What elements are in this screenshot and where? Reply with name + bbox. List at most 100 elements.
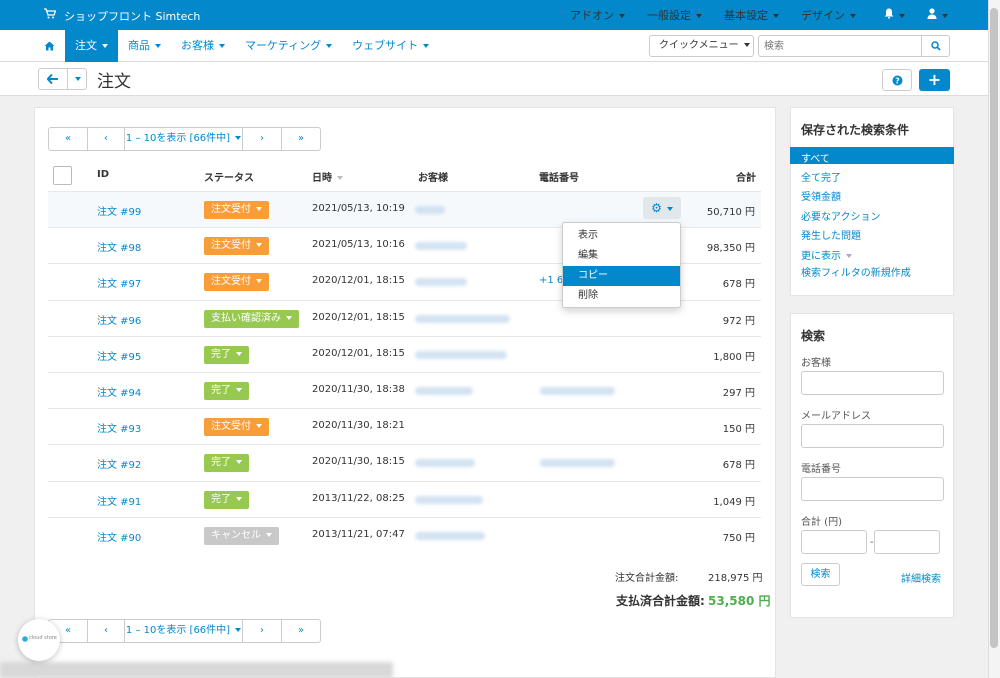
search-button[interactable]: 検索 bbox=[801, 563, 840, 586]
order-id-link[interactable]: 注文 #97 bbox=[97, 275, 141, 290]
table-row[interactable]: 注文 #92 完了 2020/11/30, 18:15 678 円 bbox=[48, 444, 761, 480]
quick-menu-button[interactable]: クイックメニュー bbox=[649, 35, 754, 57]
menu-website[interactable]: ウェブサイト bbox=[342, 30, 439, 62]
table-row[interactable]: 注文 #91 完了 2013/11/22, 08:25 1,049 円 bbox=[48, 480, 761, 517]
global-search bbox=[758, 35, 950, 57]
order-id-link[interactable]: 注文 #91 bbox=[97, 493, 141, 508]
menu-orders[interactable]: 注文 bbox=[65, 30, 118, 62]
pager-range[interactable]: 1 – 10を表示 [66件中] bbox=[125, 620, 243, 642]
status-badge[interactable]: 支払い確認済み bbox=[204, 309, 299, 328]
status-badge[interactable]: 注文受付 bbox=[204, 273, 269, 292]
back-dropdown-button[interactable] bbox=[67, 68, 87, 90]
saved-search-action-required[interactable]: 必要なアクション bbox=[801, 208, 881, 223]
home-button[interactable] bbox=[34, 30, 65, 62]
action-copy[interactable]: コピー bbox=[563, 266, 680, 286]
brand-logo[interactable]: cloud store bbox=[18, 619, 60, 661]
scrollbar-thumb[interactable] bbox=[990, 8, 998, 648]
advanced-search-link[interactable]: 詳細検索 bbox=[901, 570, 941, 585]
table-row[interactable]: 注文 #94 完了 2020/11/30, 18:38 297 円 bbox=[48, 372, 761, 408]
redacted-text bbox=[415, 387, 473, 395]
nav-addons[interactable]: アドオン bbox=[570, 7, 625, 23]
pager-prev[interactable]: ‹ bbox=[88, 128, 125, 150]
notifications-button[interactable] bbox=[884, 8, 905, 22]
saved-search-completed[interactable]: 全て完了 bbox=[801, 169, 841, 184]
order-date: 2020/12/01, 18:15 bbox=[312, 275, 405, 287]
pager-range[interactable]: 1 – 10を表示 [66件中] bbox=[125, 128, 243, 150]
col-status[interactable]: ステータス bbox=[204, 169, 254, 184]
menu-products[interactable]: 商品 bbox=[118, 30, 171, 62]
order-id-link[interactable]: 注文 #92 bbox=[97, 456, 141, 471]
nav-general-settings[interactable]: 一般設定 bbox=[647, 7, 702, 23]
total-min-input[interactable] bbox=[801, 530, 867, 554]
redacted-text bbox=[415, 206, 445, 214]
nav-basic-settings[interactable]: 基本設定 bbox=[724, 7, 779, 23]
chevron-down-icon bbox=[286, 315, 292, 320]
select-all-checkbox[interactable] bbox=[53, 166, 72, 185]
store-name[interactable]: ショップフロント Simtech bbox=[64, 8, 200, 24]
pager-next[interactable]: › bbox=[243, 128, 282, 150]
user-menu-button[interactable] bbox=[927, 8, 948, 22]
table-row[interactable]: 注文 #95 完了 2020/12/01, 18:15 1,800 円 bbox=[48, 335, 761, 372]
redacted-text bbox=[540, 387, 615, 395]
action-view[interactable]: 表示 bbox=[563, 226, 680, 246]
order-total: 297 円 bbox=[722, 388, 755, 399]
saved-search-received[interactable]: 受領金額 bbox=[801, 188, 841, 203]
col-total[interactable]: 合計 bbox=[736, 169, 756, 184]
order-id-link[interactable]: 注文 #90 bbox=[97, 529, 141, 544]
status-badge-label: キャンセル bbox=[211, 529, 261, 541]
status-badge[interactable]: 完了 bbox=[204, 454, 249, 473]
pager-last[interactable]: » bbox=[282, 128, 320, 150]
status-badge[interactable]: キャンセル bbox=[204, 526, 279, 545]
saved-search-all[interactable]: すべて bbox=[801, 150, 830, 165]
add-order-button[interactable]: + bbox=[919, 69, 950, 91]
new-filter-link[interactable]: 検索フィルタの新規作成 bbox=[801, 264, 911, 279]
global-search-button[interactable] bbox=[921, 36, 949, 56]
status-badge[interactable]: 完了 bbox=[204, 345, 249, 364]
status-badge[interactable]: 完了 bbox=[204, 382, 249, 400]
nav-design-label: デザイン bbox=[801, 9, 845, 22]
row-actions-button[interactable]: ⚙ bbox=[643, 197, 681, 219]
col-customer[interactable]: お客様 bbox=[418, 169, 448, 184]
action-edit[interactable]: 編集 bbox=[563, 246, 680, 266]
customer-input[interactable] bbox=[801, 371, 944, 395]
status-badge[interactable]: 注文受付 bbox=[204, 201, 269, 219]
status-badge[interactable]: 注文受付 bbox=[204, 237, 269, 256]
action-delete[interactable]: 削除 bbox=[563, 286, 680, 306]
saved-search-problems[interactable]: 発生した問題 bbox=[801, 227, 861, 242]
global-search-input[interactable] bbox=[759, 36, 922, 56]
col-id[interactable]: ID bbox=[97, 169, 109, 180]
col-phone[interactable]: 電話番号 bbox=[539, 169, 579, 184]
order-id-link[interactable]: 注文 #98 bbox=[97, 239, 141, 254]
menu-marketing[interactable]: マーケティング bbox=[235, 30, 342, 62]
back-button[interactable] bbox=[38, 68, 68, 90]
order-date: 2020/12/01, 18:15 bbox=[312, 311, 405, 323]
order-id-link[interactable]: 注文 #94 bbox=[97, 384, 141, 399]
order-date: 2021/05/13, 10:16 bbox=[312, 239, 405, 251]
pager-prev[interactable]: ‹ bbox=[88, 620, 125, 642]
email-input[interactable] bbox=[801, 424, 944, 448]
table-row[interactable]: 注文 #93 注文受付 2020/11/30, 18:21 150 円 bbox=[48, 408, 761, 444]
help-button[interactable]: ? bbox=[882, 69, 912, 91]
order-date: 2020/12/01, 18:15 bbox=[312, 347, 405, 359]
col-date[interactable]: 日時 bbox=[312, 169, 343, 184]
gear-icon: ⚙ bbox=[651, 201, 662, 215]
order-id-link[interactable]: 注文 #93 bbox=[97, 420, 141, 435]
chevron-down-icon bbox=[236, 496, 242, 501]
order-total-label: 注文合計金額: bbox=[615, 573, 679, 584]
table-row[interactable]: 注文 #90 キャンセル 2013/11/21, 07:47 750 円 bbox=[48, 516, 761, 553]
nav-design[interactable]: デザイン bbox=[801, 7, 856, 23]
status-badge[interactable]: 完了 bbox=[204, 490, 249, 509]
order-id-link[interactable]: 注文 #95 bbox=[97, 348, 141, 363]
pager-last[interactable]: » bbox=[282, 620, 320, 642]
pager-first[interactable]: « bbox=[49, 128, 88, 150]
order-id-link[interactable]: 注文 #99 bbox=[97, 203, 141, 218]
order-id-link[interactable]: 注文 #96 bbox=[97, 312, 141, 327]
menu-website-label: ウェブサイト bbox=[352, 39, 419, 52]
status-badge[interactable]: 注文受付 bbox=[204, 418, 269, 437]
pager-next[interactable]: › bbox=[243, 620, 282, 642]
menu-customers[interactable]: お客様 bbox=[171, 30, 235, 62]
total-max-input[interactable] bbox=[874, 530, 940, 554]
chevron-down-icon bbox=[942, 14, 948, 18]
phone-input[interactable] bbox=[801, 477, 944, 501]
saved-search-more[interactable]: 更に表示 bbox=[801, 247, 852, 262]
